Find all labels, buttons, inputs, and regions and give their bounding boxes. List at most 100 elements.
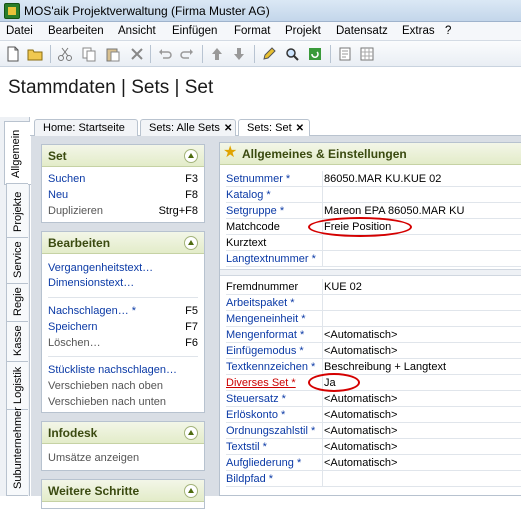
side-tab-regie[interactable]: Regie	[6, 283, 28, 323]
doc-tab-set[interactable]: Sets: Set ✕	[238, 119, 310, 137]
field-label[interactable]: Mengeneinheit *	[226, 313, 306, 325]
field-value: <Automatisch>	[324, 329, 398, 341]
close-icon[interactable]: ✕	[224, 123, 232, 134]
side-tab-service[interactable]: Service	[6, 237, 28, 285]
action-dimensionstext[interactable]: Dimensionstext…	[48, 277, 134, 289]
field-label[interactable]: Aufgliederung *	[226, 457, 301, 469]
new-icon[interactable]	[4, 45, 22, 63]
field-label[interactable]: Textkennzeichen *	[226, 361, 315, 373]
field-ordnungszahlstil: Ordnungszahlstil * <Automatisch>	[226, 423, 521, 439]
toolbar-separator	[202, 45, 203, 63]
field-textstil: Textstil * <Automatisch>	[226, 439, 521, 455]
doc-tab-alle-sets[interactable]: Sets: Alle Sets ✕	[140, 119, 236, 136]
collapse-icon[interactable]	[184, 236, 198, 250]
panel-header[interactable]: Bearbeiten	[42, 232, 204, 254]
delete-icon[interactable]	[128, 45, 146, 63]
side-tab-logistik[interactable]: Logistik	[6, 361, 28, 411]
grid-icon[interactable]	[358, 45, 376, 63]
arrow-down-icon[interactable]	[230, 45, 248, 63]
close-icon[interactable]: ✕	[296, 123, 304, 134]
menu-datensatz[interactable]: Datensatz	[336, 25, 388, 37]
field-label[interactable]: Erlöskonto *	[226, 409, 285, 421]
menu-bar: Datei Bearbeiten Ansicht Einfügen Format…	[0, 22, 521, 41]
action-stueckliste-nachschlagen[interactable]: Stückliste nachschlagen…	[48, 364, 177, 376]
redo-icon[interactable]	[178, 45, 196, 63]
action-duplizieren[interactable]: Duplizieren	[48, 205, 103, 217]
action-loeschen[interactable]: Löschen…	[48, 337, 101, 349]
field-value: KUE 02	[324, 281, 362, 293]
field-mengeneinheit: Mengeneinheit *	[226, 311, 521, 327]
field-label[interactable]: Bildpfad *	[226, 473, 273, 485]
action-neu[interactable]: Neu	[48, 189, 68, 201]
group-separator	[220, 269, 521, 276]
shortcut-label: F3	[185, 173, 198, 185]
panel-header[interactable]: Set	[42, 145, 204, 167]
field-input[interactable]	[322, 311, 521, 327]
action-suchen[interactable]: Suchen	[48, 173, 85, 185]
field-input[interactable]	[322, 295, 521, 311]
arrow-up-icon[interactable]	[208, 45, 226, 63]
field-label[interactable]: Steuersatz *	[226, 393, 286, 405]
panel-header[interactable]: Infodesk	[42, 422, 204, 444]
field-label[interactable]: Arbeitspaket *	[226, 297, 294, 309]
print-preview-icon[interactable]	[336, 45, 354, 63]
divider	[48, 297, 198, 298]
side-tab-allgemein[interactable]: Allgemein	[4, 121, 31, 185]
menu-ansicht[interactable]: Ansicht	[118, 25, 156, 37]
panel-infodesk: Infodesk Umsätze anzeigen	[41, 421, 205, 471]
menu-help[interactable]: ?	[445, 25, 451, 37]
page-title: Stammdaten | Sets | Set	[8, 77, 214, 98]
action-verschieben-oben[interactable]: Verschieben nach oben	[48, 380, 163, 392]
field-label[interactable]: Mengenformat *	[226, 329, 304, 341]
menu-datei[interactable]: Datei	[6, 25, 33, 37]
menu-einfuegen[interactable]: Einfügen	[172, 25, 217, 37]
action-vergangenheitstext[interactable]: Vergangenheitstext…	[48, 262, 153, 274]
menu-bearbeiten[interactable]: Bearbeiten	[48, 25, 104, 37]
collapse-icon[interactable]	[184, 426, 198, 440]
field-input[interactable]	[322, 235, 521, 251]
highlight-ellipse	[308, 373, 360, 392]
side-tab-projekte[interactable]: Projekte	[6, 183, 28, 239]
shortcut-label: F5	[185, 305, 198, 317]
menu-extras[interactable]: Extras	[402, 25, 435, 37]
action-nachschlagen[interactable]: Nachschlagen… *	[48, 305, 136, 317]
field-label[interactable]: Textstil *	[226, 441, 267, 453]
shortcut-label: F6	[185, 337, 198, 349]
search-icon[interactable]	[283, 45, 301, 63]
field-input[interactable]	[322, 251, 521, 267]
toolbar-separator	[330, 45, 331, 63]
action-umsaetze-anzeigen[interactable]: Umsätze anzeigen	[48, 452, 139, 464]
field-label[interactable]: Setgruppe *	[226, 205, 284, 217]
cut-icon[interactable]	[56, 45, 74, 63]
side-tab-kasse[interactable]: Kasse	[6, 321, 28, 363]
side-tab-label: Regie	[12, 287, 24, 316]
field-input[interactable]	[322, 187, 521, 203]
refresh-icon[interactable]	[306, 45, 324, 63]
copy-icon[interactable]	[80, 45, 98, 63]
details-header: ★ Allgemeines & Einstellungen	[220, 143, 521, 165]
field-label[interactable]: Langtextnummer *	[226, 253, 316, 265]
doc-tab-startseite[interactable]: Home: Startseite	[34, 119, 138, 136]
side-tab-subunternehmer[interactable]: Subunternehmer	[6, 407, 28, 496]
menu-format[interactable]: Format	[234, 25, 270, 37]
field-diverses-set: Diverses Set * Ja	[226, 375, 521, 391]
menu-projekt[interactable]: Projekt	[285, 25, 321, 37]
panel-weitere-schritte: Weitere Schritte	[41, 479, 205, 509]
field-label[interactable]: Einfügemodus *	[226, 345, 304, 357]
field-label[interactable]: Ordnungszahlstil *	[226, 425, 315, 437]
edit-icon[interactable]	[260, 45, 278, 63]
field-label[interactable]: Katalog *	[226, 189, 271, 201]
undo-icon[interactable]	[156, 45, 174, 63]
document-tab-strip: Home: Startseite Sets: Alle Sets ✕ Sets: …	[30, 117, 521, 137]
field-label[interactable]: Diverses Set *	[226, 377, 296, 389]
paste-icon[interactable]	[104, 45, 122, 63]
details-title: Allgemeines & Einstellungen	[242, 147, 407, 161]
open-icon[interactable]	[26, 45, 44, 63]
action-verschieben-unten[interactable]: Verschieben nach unten	[48, 396, 166, 408]
field-label[interactable]: Setnummer *	[226, 173, 290, 185]
collapse-icon[interactable]	[184, 149, 198, 163]
action-speichern[interactable]: Speichern	[48, 321, 98, 333]
field-input[interactable]	[322, 471, 521, 487]
panel-header[interactable]: Weitere Schritte	[42, 480, 204, 502]
doc-tab-label: Sets: Alle Sets	[149, 122, 220, 134]
